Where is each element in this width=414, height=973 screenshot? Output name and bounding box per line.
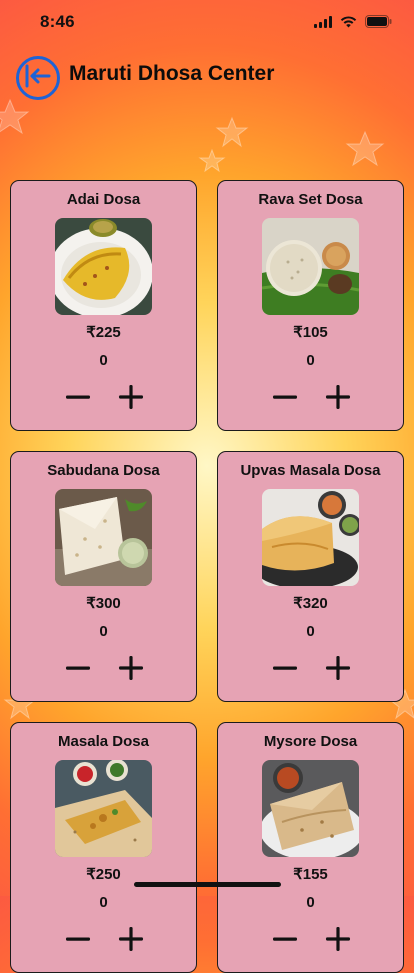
increase-quantity-button[interactable] [324, 925, 352, 953]
menu-item-card: Adai Dosa ₹225 0 [10, 180, 197, 431]
item-price: ₹105 [293, 324, 328, 341]
masala-dosa-photo [55, 760, 152, 857]
rava-set-dosa-photo [262, 218, 359, 315]
adai-dosa-photo [55, 218, 152, 315]
status-bar: 8:46 [0, 0, 414, 44]
decrease-quantity-button[interactable] [271, 654, 299, 682]
item-name: Masala Dosa [58, 733, 149, 750]
decrease-quantity-button[interactable] [64, 925, 92, 953]
menu-item-card: Upvas Masala Dosa ₹320 0 [217, 451, 404, 702]
minus-icon [273, 395, 297, 399]
item-quantity: 0 [306, 352, 315, 369]
decrease-quantity-button[interactable] [64, 383, 92, 411]
minus-icon [273, 666, 297, 670]
signal-icon [314, 15, 332, 33]
item-name: Upvas Masala Dosa [240, 462, 381, 479]
item-quantity: 0 [99, 894, 108, 911]
home-indicator[interactable] [134, 882, 281, 887]
plus-icon [119, 656, 143, 680]
menu-item-card: Sabudana Dosa ₹300 0 [10, 451, 197, 702]
decrease-quantity-button[interactable] [64, 654, 92, 682]
wifi-icon [340, 15, 357, 33]
minus-icon [273, 937, 297, 941]
status-icons [314, 15, 392, 33]
plus-icon [119, 385, 143, 409]
decrease-quantity-button[interactable] [271, 383, 299, 411]
back-button[interactable] [16, 56, 60, 100]
menu-item-card: Masala Dosa ₹250 0 [10, 722, 197, 973]
upvas-masala-dosa-photo [262, 489, 359, 586]
plus-icon [326, 656, 350, 680]
item-quantity: 0 [306, 623, 315, 640]
item-name: Rava Set Dosa [258, 191, 363, 208]
minus-icon [66, 937, 90, 941]
plus-icon [326, 385, 350, 409]
item-quantity: 0 [99, 623, 108, 640]
item-name: Mysore Dosa [263, 733, 358, 750]
page-title: Maruti Dhosa Center [69, 62, 275, 85]
status-time: 8:46 [40, 12, 75, 31]
decrease-quantity-button[interactable] [271, 925, 299, 953]
menu-grid: Adai Dosa ₹225 0 Rava Set Dosa ₹105 0 Sa… [10, 180, 404, 973]
item-price: ₹300 [86, 595, 121, 612]
item-name: Adai Dosa [66, 191, 141, 208]
item-quantity: 0 [306, 894, 315, 911]
header: Maruti Dhosa Center [0, 50, 414, 100]
menu-item-card: Mysore Dosa ₹155 0 [217, 722, 404, 973]
item-price: ₹155 [293, 866, 328, 883]
item-name: Sabudana Dosa [47, 462, 160, 479]
sabudana-dosa-photo [55, 489, 152, 586]
item-price: ₹225 [86, 324, 121, 341]
minus-icon [66, 395, 90, 399]
increase-quantity-button[interactable] [324, 383, 352, 411]
arrow-left-into-bracket-icon [23, 63, 53, 94]
item-quantity: 0 [99, 352, 108, 369]
plus-icon [119, 927, 143, 951]
menu-item-card: Rava Set Dosa ₹105 0 [217, 180, 404, 431]
mysore-dosa-photo [262, 760, 359, 857]
increase-quantity-button[interactable] [117, 925, 145, 953]
minus-icon [66, 666, 90, 670]
item-price: ₹250 [86, 866, 121, 883]
item-price: ₹320 [293, 595, 328, 612]
plus-icon [326, 927, 350, 951]
increase-quantity-button[interactable] [324, 654, 352, 682]
battery-icon [365, 15, 392, 33]
increase-quantity-button[interactable] [117, 383, 145, 411]
increase-quantity-button[interactable] [117, 654, 145, 682]
